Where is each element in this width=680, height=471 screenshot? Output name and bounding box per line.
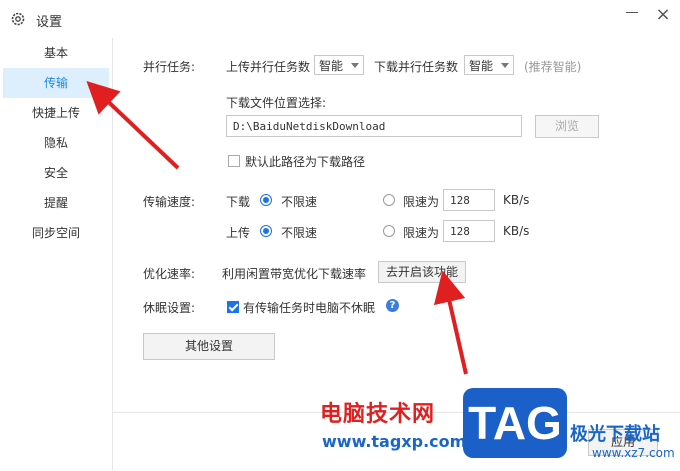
arrow-to-transfer [86, 80, 180, 170]
arrow-to-optimize-button [433, 270, 468, 375]
annotation-arrows [86, 80, 468, 375]
